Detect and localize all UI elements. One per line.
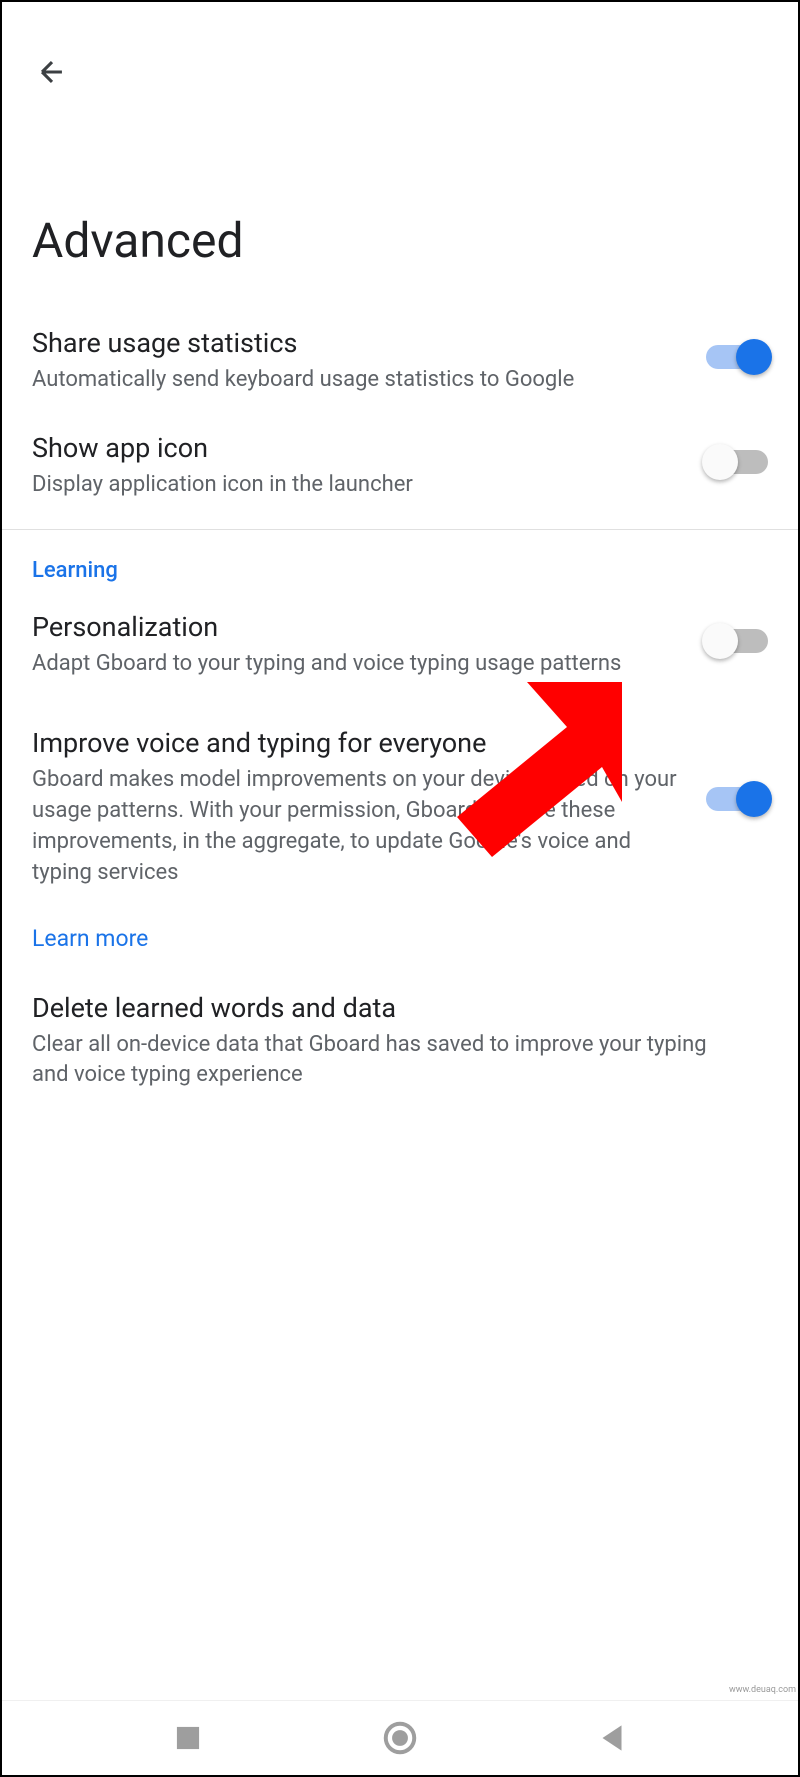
setting-show-app-icon[interactable]: Show app icon Display application icon i… xyxy=(2,414,798,519)
setting-description: Gboard makes model improvements on your … xyxy=(32,765,686,888)
navigation-bar xyxy=(2,1700,798,1775)
setting-title: Show app icon xyxy=(32,432,686,464)
toggle-knob xyxy=(702,444,738,480)
setting-improve-voice[interactable]: Improve voice and typing for everyone Gb… xyxy=(2,697,798,906)
page-title: Advanced xyxy=(2,162,798,309)
nav-home-button[interactable] xyxy=(381,1719,419,1757)
setting-title: Improve voice and typing for everyone xyxy=(32,727,686,759)
nav-recent-button[interactable] xyxy=(169,1719,207,1757)
setting-delete-learned[interactable]: Delete learned words and data Clear all … xyxy=(2,972,798,1110)
toggle-improve-voice[interactable] xyxy=(706,787,768,811)
toggle-knob xyxy=(736,339,772,375)
setting-personalization[interactable]: Personalization Adapt Gboard to your typ… xyxy=(2,593,798,698)
back-button[interactable] xyxy=(32,52,72,92)
square-icon xyxy=(169,1719,207,1757)
toggle-show-app-icon[interactable] xyxy=(706,450,768,474)
toggle-personalization[interactable] xyxy=(706,629,768,653)
section-learning: Learning xyxy=(2,530,798,593)
setting-share-stats[interactable]: Share usage statistics Automatically sen… xyxy=(2,309,798,414)
setting-description: Display application icon in the launcher xyxy=(32,470,686,501)
learn-more-link[interactable]: Learn more xyxy=(2,907,798,972)
circle-icon xyxy=(381,1719,419,1757)
toggle-knob xyxy=(736,781,772,817)
setting-description: Clear all on-device data that Gboard has… xyxy=(32,1030,748,1092)
watermark: www.deuaq.com xyxy=(729,1685,796,1695)
arrow-back-icon xyxy=(35,55,69,89)
setting-title: Delete learned words and data xyxy=(32,992,748,1024)
nav-back-button[interactable] xyxy=(593,1719,631,1757)
setting-description: Automatically send keyboard usage statis… xyxy=(32,365,686,396)
toggle-knob xyxy=(702,623,738,659)
setting-title: Personalization xyxy=(32,611,686,643)
setting-description: Adapt Gboard to your typing and voice ty… xyxy=(32,649,686,680)
setting-title: Share usage statistics xyxy=(32,327,686,359)
triangle-back-icon xyxy=(593,1719,631,1757)
toggle-share-stats[interactable] xyxy=(706,345,768,369)
